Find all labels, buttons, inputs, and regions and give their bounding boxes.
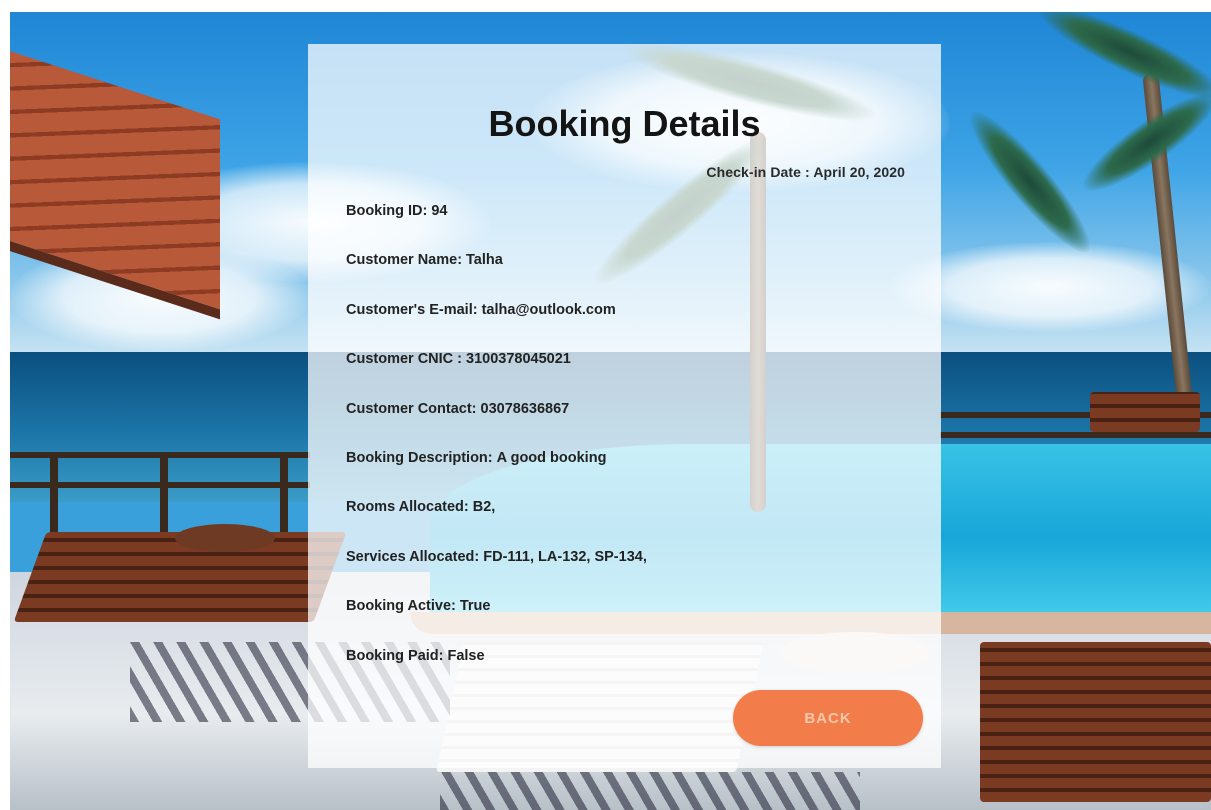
wooden-table [175,524,275,552]
wooden-lounger [1090,392,1200,432]
field-booking-active: Booking Active: True [346,593,647,642]
field-label: Services Allocated: [346,548,480,565]
checkin-date-label: Check-in Date : [706,164,810,180]
field-rooms-allocated: Rooms Allocated: B2, [346,494,647,543]
field-label: Customer Name: [346,252,463,269]
railing [940,432,1211,438]
railing-post [160,452,168,532]
wooden-lounger [980,642,1211,802]
field-value: talha@outlook.com [481,301,616,318]
field-label: Rooms Allocated: [346,499,469,516]
field-label: Booking ID: [346,203,428,219]
field-booking-description: Booking Description: A good booking [346,445,647,494]
field-value: B2, [472,499,496,516]
checkin-date-value: April 20, 2020 [813,164,905,180]
booking-details-card: Booking Details Check-in Date : April 20… [308,44,941,768]
field-customer-email: Customer's E-mail: talha@outlook.com [346,297,647,346]
field-value: 3100378045021 [466,351,571,368]
railing-post [280,452,288,532]
field-value: A good booking [496,449,607,466]
field-customer-contact: Customer Contact: 03078636867 [346,396,647,445]
field-label: Booking Active: [346,598,456,615]
field-label: Customer's E-mail: [346,301,478,318]
field-value: Talha [466,252,503,269]
field-customer-cnic: Customer CNIC :3100378045021 [346,346,647,395]
field-booking-paid: Booking Paid: False [346,643,647,692]
field-value: FD-111, LA-132, SP-134, [483,548,647,565]
field-booking-id: Booking ID: 94 [346,198,647,247]
field-label: Customer CNIC : [346,351,463,368]
field-value: False [447,647,485,664]
back-button[interactable]: BACK [733,690,923,746]
railing-post [50,452,58,532]
wooden-lounger [13,532,347,622]
booking-fields-list: Booking ID: 94 Customer Name: Talha Custom… [346,198,647,692]
booking-details-page: Booking Details Check-in Date : April 20… [0,0,1211,810]
page-title: Booking Details [488,103,761,144]
field-label: Booking Description: [346,449,493,466]
field-value: True [459,598,491,615]
field-label: Customer Contact: [346,400,477,417]
lounger-shadow [440,772,860,810]
field-value: 94 [431,203,448,219]
field-services-allocated: Services Allocated: FD-111, LA-132, SP-13… [346,544,647,593]
field-value: 03078636867 [480,400,570,417]
checkin-date: Check-in Date : April 20, 2020 [706,164,905,180]
field-label: Booking Paid: [346,647,444,664]
field-customer-name: Customer Name: Talha [346,247,647,296]
